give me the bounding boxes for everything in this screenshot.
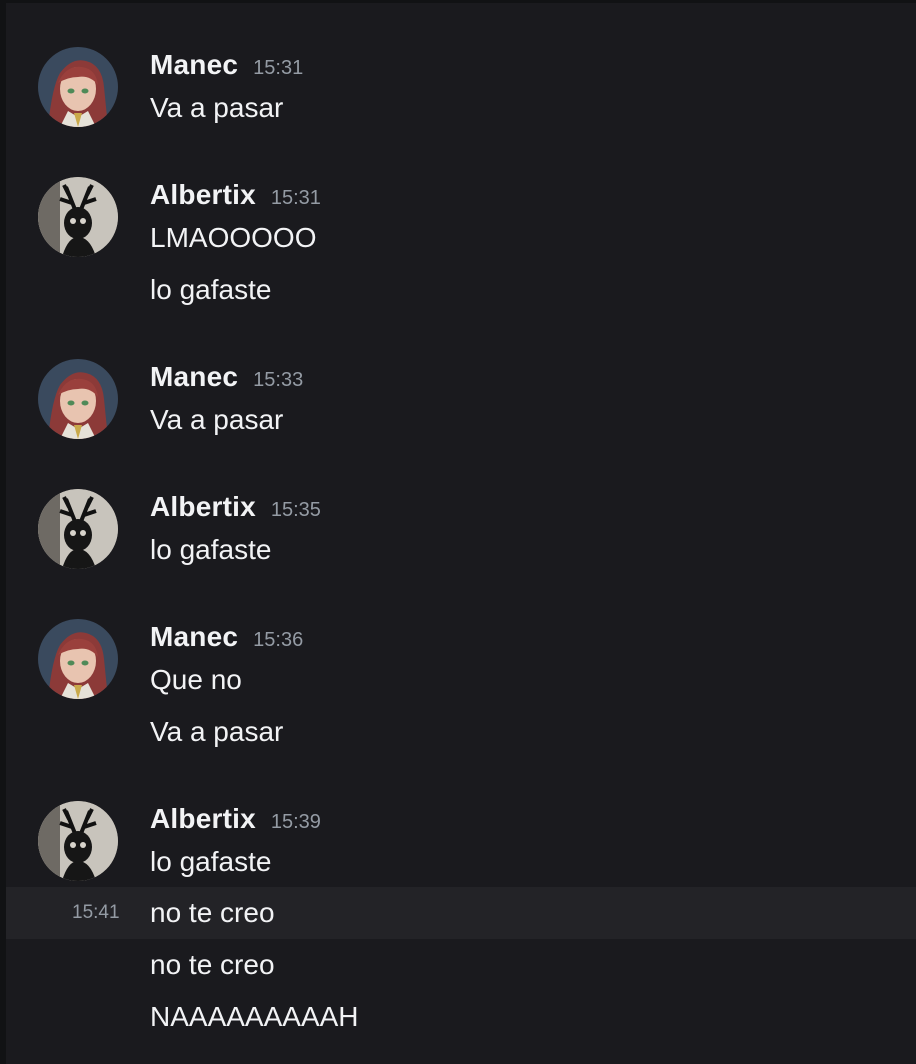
manec-avatar[interactable] xyxy=(38,359,118,439)
manec-avatar[interactable] xyxy=(38,619,118,699)
albertix-avatar[interactable] xyxy=(38,177,118,257)
message-text: NAAAAAAAAAH xyxy=(150,1001,359,1032)
message-group: Manec 15:36 Que no Va a pasar xyxy=(6,615,916,765)
username[interactable]: Albertix xyxy=(150,491,256,523)
message-list: Manec 15:31 Va a pasar Albertix 15:31 LM… xyxy=(6,3,916,1064)
message-text: Va a pasar xyxy=(150,92,284,123)
message-text: Que no xyxy=(150,664,242,695)
message-text: no te creo xyxy=(150,897,275,928)
message-group: Albertix 15:39 lo gafaste xyxy=(6,797,916,887)
username[interactable]: Albertix xyxy=(150,179,256,211)
timestamp[interactable]: 15:36 xyxy=(253,629,303,652)
username[interactable]: Manec xyxy=(150,621,238,653)
message-text: LMAOOOOO xyxy=(150,222,317,253)
timestamp[interactable]: 15:33 xyxy=(253,369,303,392)
timestamp[interactable]: 15:39 xyxy=(271,811,321,834)
message-text: lo gafaste xyxy=(150,534,272,565)
timestamp[interactable]: 15:35 xyxy=(271,499,321,522)
albertix-avatar[interactable] xyxy=(38,801,118,881)
message-header: Albertix 15:35 xyxy=(150,491,321,525)
timestamp[interactable]: 15:31 xyxy=(271,187,321,210)
message-header: Albertix 15:31 xyxy=(150,179,321,213)
username[interactable]: Manec xyxy=(150,361,238,393)
message-header: Albertix 15:39 xyxy=(150,803,321,837)
timestamp[interactable]: 15:31 xyxy=(253,57,303,80)
message-group: Manec 15:33 Va a pasar xyxy=(6,355,916,445)
message-row[interactable]: no te creo xyxy=(6,939,916,991)
message-text: lo gafaste xyxy=(150,846,272,877)
message-group: Manec 15:31 Va a pasar xyxy=(6,43,916,133)
message-text: no te creo xyxy=(150,949,275,980)
message-text: Va a pasar xyxy=(150,404,284,435)
message-text: lo gafaste xyxy=(150,274,272,305)
hover-timestamp[interactable]: 15:41 xyxy=(72,902,120,924)
username[interactable]: Albertix xyxy=(150,803,256,835)
message-header: Manec 15:36 xyxy=(150,621,303,655)
manec-avatar[interactable] xyxy=(38,47,118,127)
albertix-avatar[interactable] xyxy=(38,489,118,569)
message-group: Albertix 15:35 lo gafaste xyxy=(6,485,916,575)
message-header: Manec 15:31 xyxy=(150,49,303,83)
message-row-hovered[interactable]: 15:41 no te creo xyxy=(6,887,916,939)
username[interactable]: Manec xyxy=(150,49,238,81)
message-group: Albertix 15:31 LMAOOOOO lo gafaste xyxy=(6,173,916,323)
message-text: Va a pasar xyxy=(150,716,284,747)
message-header: Manec 15:33 xyxy=(150,361,303,395)
message-row[interactable]: NAAAAAAAAAH xyxy=(6,991,916,1043)
